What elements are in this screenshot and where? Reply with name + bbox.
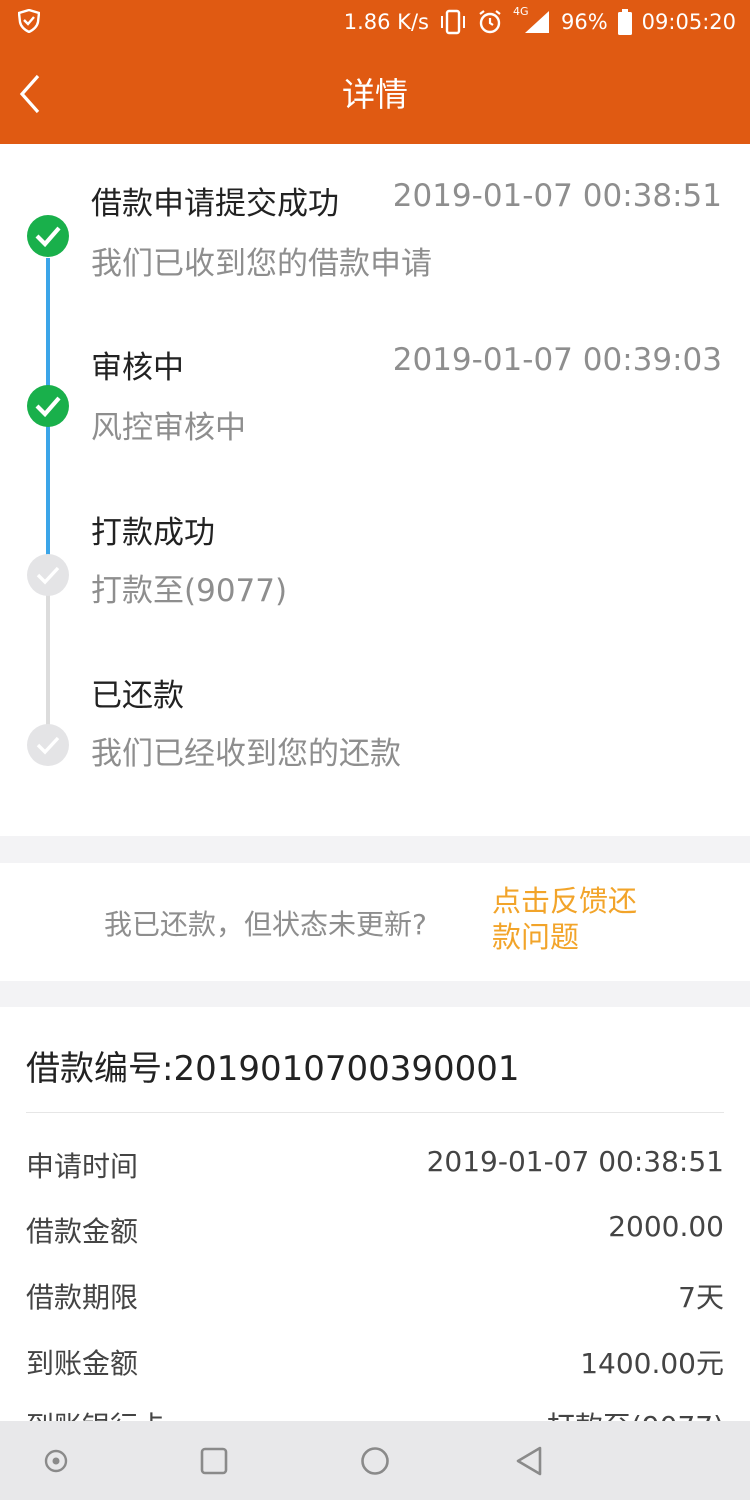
battery-icon [617,9,632,35]
app-bar: 详情 [0,44,750,144]
step-title: 审核中 [91,350,184,386]
check-icon [36,736,60,755]
system-nav-bar [0,1421,750,1500]
detail-value: 1400.00元 [580,1347,724,1380]
detail-key: 借款金额 [26,1215,139,1248]
step-title: 打款成功 [91,515,215,551]
step-description: 打款至(9077) [91,573,288,609]
step-description: 我们已经收到您的还款 [91,736,401,772]
step-title: 已还款 [91,678,184,714]
assistant-dot-icon[interactable] [16,1421,96,1500]
progress-timeline: 借款申请提交成功 2019-01-07 00:38:51 我们已收到您的借款申请… [0,144,750,836]
step-done-node [27,385,69,427]
back-icon[interactable] [490,1421,570,1500]
net-speed: 1.86 K/s [343,10,429,34]
recent-apps-icon[interactable] [174,1421,254,1500]
status-bar: 1.86 K/s 4G 96% 09:05:20 [0,0,750,44]
check-icon [35,396,61,418]
shield-icon [18,9,40,33]
clock: 09:05:20 [641,10,736,34]
battery-percent: 96% [560,10,608,34]
loan-number: 借款编号:2019010700390001 [26,1049,520,1089]
vibrate-icon [440,9,465,35]
detail-row: 借款金额 2000.00 [26,1210,724,1254]
detail-value: 2019-01-07 00:38:51 [426,1145,724,1178]
detail-row: 申请时间 2019-01-07 00:38:51 [26,1145,724,1189]
alarm-icon [479,10,501,34]
check-icon [35,226,61,248]
step-time: 2019-01-07 00:39:03 [392,342,722,378]
timeline-connector-segment [46,522,50,556]
page-title: 详情 [342,75,408,114]
detail-value: 7天 [678,1281,724,1314]
step-pending-node [27,724,69,766]
step-description: 风控审核中 [91,410,246,446]
detail-row: 到账金额 1400.00元 [26,1342,724,1386]
step-done-node [27,215,69,257]
check-icon [36,566,60,585]
detail-row: 借款期限 7天 [26,1276,724,1320]
detail-key: 到账金额 [26,1347,139,1380]
signal-icon: 4G [513,5,551,35]
home-icon[interactable] [335,1421,415,1500]
detail-value: 2000.00 [608,1210,724,1243]
step-pending-node [27,554,69,596]
repayment-feedback-bar: 我已还款，但状态未更新? 点击反馈还款问题 [0,863,750,981]
feedback-link[interactable]: 点击反馈还款问题 [492,883,662,955]
divider [26,1112,724,1113]
step-description: 我们已收到您的借款申请 [91,246,432,282]
detail-key: 申请时间 [26,1150,139,1183]
detail-key: 借款期限 [26,1281,139,1314]
step-title: 借款申请提交成功 [91,186,339,222]
step-time: 2019-01-07 00:38:51 [392,178,722,214]
feedback-question: 我已还款，但状态未更新? [104,908,427,941]
